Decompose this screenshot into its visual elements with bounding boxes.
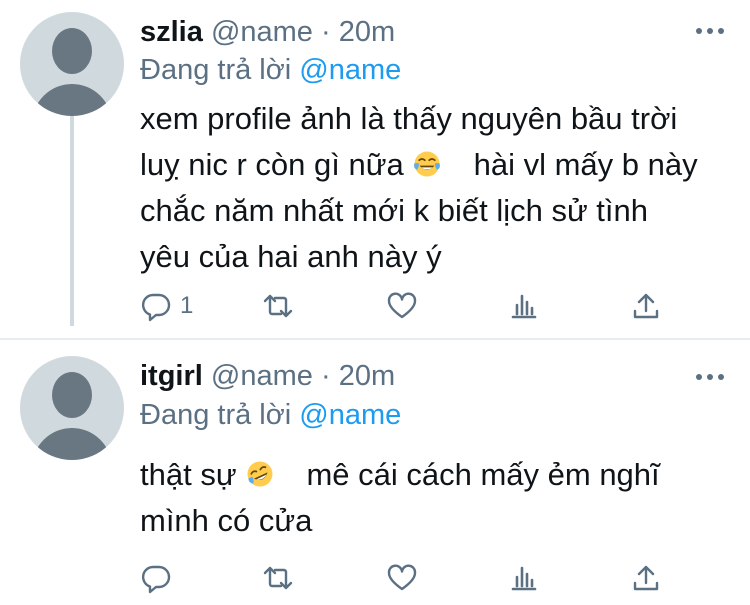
avatar-head-shape — [52, 28, 92, 74]
retweet-icon — [263, 294, 293, 318]
like-button[interactable] — [386, 558, 418, 598]
avatar-head-shape — [52, 372, 92, 418]
like-icon — [387, 564, 417, 591]
tweet-line: xem profile ảnh là thấy nguyên bầu trời — [140, 101, 678, 136]
reply-icon — [141, 293, 171, 322]
analytics-icon — [511, 566, 537, 591]
replying-mention-link[interactable]: @name — [299, 54, 401, 86]
analytics-icon — [511, 294, 537, 319]
timestamp[interactable]: 20m — [339, 360, 395, 392]
thread-connector-line — [70, 116, 74, 326]
retweet-button[interactable] — [262, 558, 294, 598]
reply-icon — [141, 565, 171, 594]
retweet-button[interactable] — [262, 286, 294, 326]
tweet-text: thật sự mê cái cách mấy ẻm nghĩ mình có … — [140, 452, 730, 544]
tweet-header: itgirl @name · 20m — [140, 356, 395, 396]
display-name[interactable]: itgirl — [140, 360, 203, 392]
share-icon — [633, 293, 659, 319]
avatar[interactable] — [20, 356, 124, 460]
tweet-action-bar — [140, 558, 680, 598]
tweet-divider — [0, 338, 750, 340]
replying-prefix: Đang trả lời — [140, 399, 292, 431]
analytics-button[interactable] — [508, 558, 540, 598]
rolling-laughing-emoji-icon — [247, 461, 273, 487]
tweet-line: mình có cửa — [140, 503, 313, 538]
avatar-body-shape — [32, 428, 112, 460]
tweet-line: mê cái cách mấy ẻm nghĩ — [306, 457, 660, 492]
share-button[interactable] — [630, 558, 662, 598]
more-options-icon[interactable] — [696, 26, 728, 36]
like-icon — [387, 292, 417, 319]
replying-to-line: Đang trả lời @name — [140, 50, 401, 90]
avatar[interactable] — [20, 12, 124, 116]
tweet-line: luỵ nic r còn gì nữa — [140, 147, 404, 182]
timestamp[interactable]: 20m — [339, 16, 395, 48]
tears-of-joy-emoji-icon — [414, 151, 441, 177]
avatar-body-shape — [32, 84, 112, 116]
replying-mention-link[interactable]: @name — [299, 399, 401, 431]
separator-dot: · — [320, 360, 331, 392]
replying-prefix: Đang trả lời — [140, 54, 292, 86]
tweet-line-with-emoji: luỵ nic r còn gì nữa hài vl mấy b này — [140, 142, 730, 188]
tweet-line: hài vl mấy b này — [473, 147, 698, 182]
replying-to-line: Đang trả lời @name — [140, 395, 401, 435]
display-name[interactable]: szlia — [140, 16, 203, 48]
tweet-line: chắc năm nhất mới k biết lịch sử tình — [140, 193, 649, 228]
retweet-icon — [263, 566, 293, 590]
reply-count: 1 — [180, 292, 194, 319]
handle[interactable]: @name — [211, 360, 313, 392]
tweet-line: thật sự — [140, 457, 237, 492]
handle[interactable]: @name — [211, 16, 313, 48]
analytics-button[interactable] — [508, 286, 540, 326]
separator-dot: · — [320, 16, 331, 48]
tweet-line: yêu của hai anh này ý — [140, 239, 442, 274]
share-icon — [633, 565, 659, 591]
tweet-header: szlia @name · 20m — [140, 12, 395, 52]
like-button[interactable] — [386, 286, 418, 326]
more-options-icon[interactable] — [696, 372, 728, 382]
reply-button[interactable]: 1 — [140, 286, 193, 326]
share-button[interactable] — [630, 286, 662, 326]
reply-button[interactable] — [140, 558, 180, 598]
tweet-text: xem profile ảnh là thấy nguyên bầu trời … — [140, 96, 730, 280]
tweet-action-bar: 1 — [140, 286, 680, 326]
tweet-line-with-emoji: thật sự mê cái cách mấy ẻm nghĩ — [140, 452, 730, 498]
